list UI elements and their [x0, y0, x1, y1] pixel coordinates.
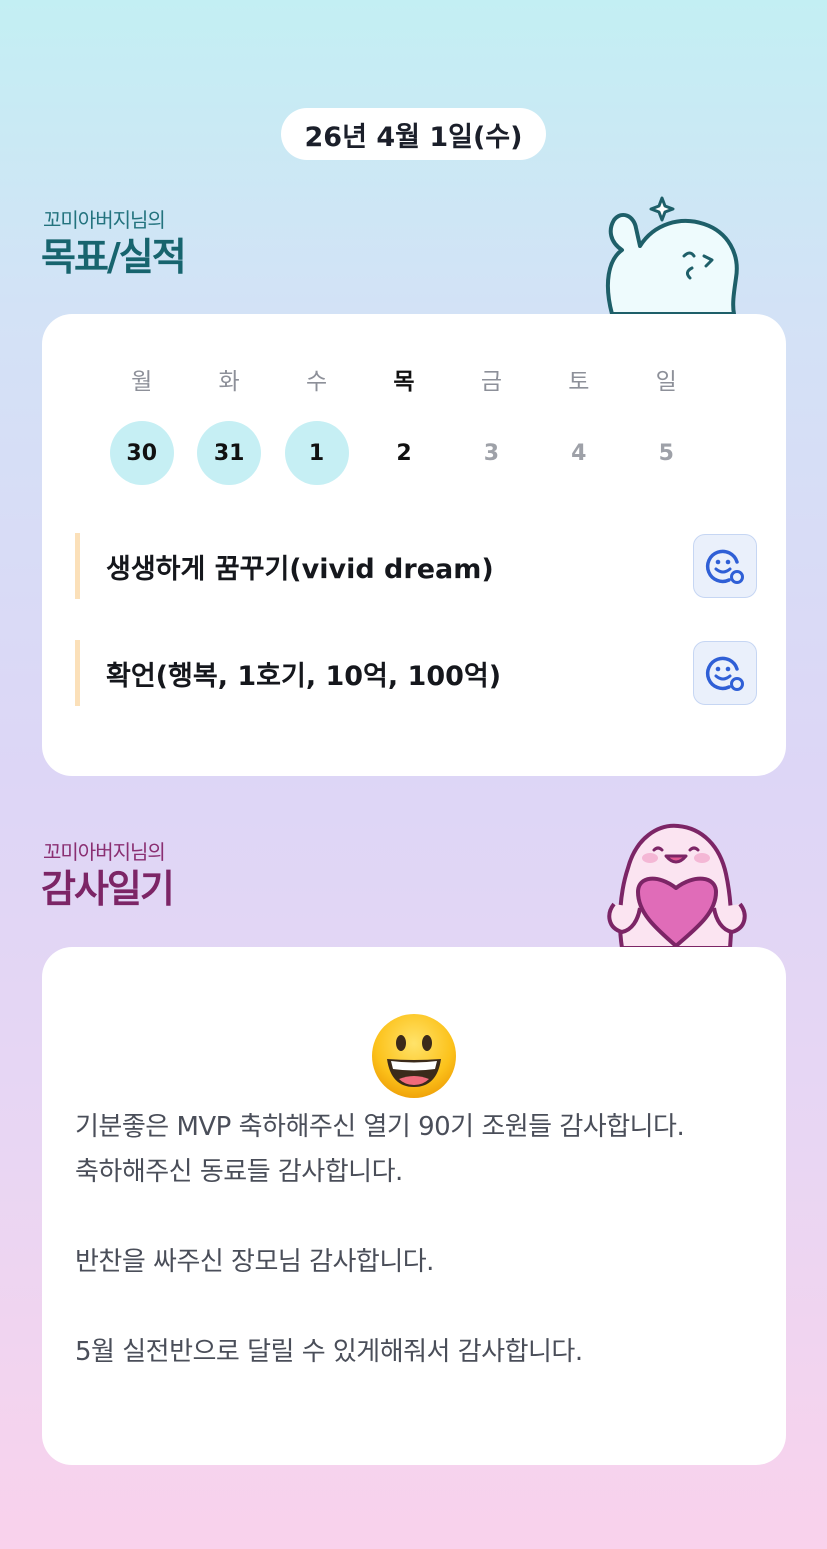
day-name: 일 [655, 369, 677, 395]
day-date: 5 [658, 440, 674, 466]
day-name: 화 [218, 369, 240, 395]
goals-card: 월 30 화 31 수 1 목 2 금 3 토 4 일 5 생생하게 꿈꾸기(v… [42, 314, 786, 776]
gratitude-section-title: 감사일기 [41, 867, 175, 911]
day-tue[interactable]: 화 31 [185, 362, 272, 485]
day-name: 금 [480, 369, 502, 395]
smiley-add-icon [705, 656, 744, 691]
goal-item[interactable]: 확언(행복, 1호기, 10억, 100억) [75, 640, 757, 706]
gratitude-card: 기분좋은 MVP 축하해주신 열기 90기 조원들 감사합니다. 축하해주신 동… [42, 947, 786, 1465]
gratitude-line [75, 1195, 765, 1240]
goal-label: 생생하게 꿈꾸기(vivid dream) [106, 553, 494, 585]
goal-item[interactable]: 생생하게 꿈꾸기(vivid dream) [75, 533, 757, 599]
day-date: 31 [197, 421, 262, 485]
week-strip: 월 30 화 31 수 1 목 2 금 3 토 4 일 5 [98, 362, 710, 485]
goal-feedback-button[interactable] [693, 641, 757, 705]
ghost-mascot-thumbsup-icon [605, 196, 739, 316]
day-sun[interactable]: 일 5 [623, 362, 710, 485]
day-name: 목 [393, 369, 415, 395]
day-date: 4 [571, 440, 587, 466]
goals-section-title: 목표/실적 [41, 235, 187, 279]
ghost-mascot-heart-icon [607, 823, 747, 948]
day-wed[interactable]: 수 1 [273, 362, 360, 485]
day-date: 2 [396, 440, 412, 466]
goal-label: 확언(행복, 1호기, 10억, 100억) [106, 660, 502, 692]
date-pill[interactable]: 26년 4월 1일(수) [281, 108, 546, 160]
day-name: 토 [568, 369, 590, 395]
gratitude-line [75, 1285, 765, 1330]
day-date: 3 [483, 440, 500, 466]
day-name: 수 [305, 369, 328, 395]
day-name: 월 [131, 369, 153, 395]
day-thu[interactable]: 목 2 [360, 362, 447, 485]
gratitude-line: 반찬을 싸주신 장모님 감사합니다. [75, 1247, 434, 1277]
day-date: 30 [109, 421, 174, 485]
gratitude-line: 5월 실전반으로 달릴 수 있게해줘서 감사합니다. [75, 1337, 583, 1367]
day-fri[interactable]: 금 3 [448, 362, 535, 485]
smiley-add-icon [705, 549, 744, 584]
gratitude-text: 기분좋은 MVP 축하해주신 열기 90기 조원들 감사합니다. 축하해주신 동… [75, 1105, 765, 1375]
day-date: 1 [284, 421, 349, 485]
gratitude-line: 기분좋은 MVP 축하해주신 열기 90기 조원들 감사합니다. [75, 1112, 685, 1142]
goal-feedback-button[interactable] [693, 534, 757, 598]
gratitude-line: 축하해주신 동료들 감사합니다. [75, 1157, 403, 1187]
day-sat[interactable]: 토 4 [535, 362, 622, 485]
grinning-face-icon [372, 1014, 456, 1098]
day-mon[interactable]: 월 30 [98, 362, 185, 485]
